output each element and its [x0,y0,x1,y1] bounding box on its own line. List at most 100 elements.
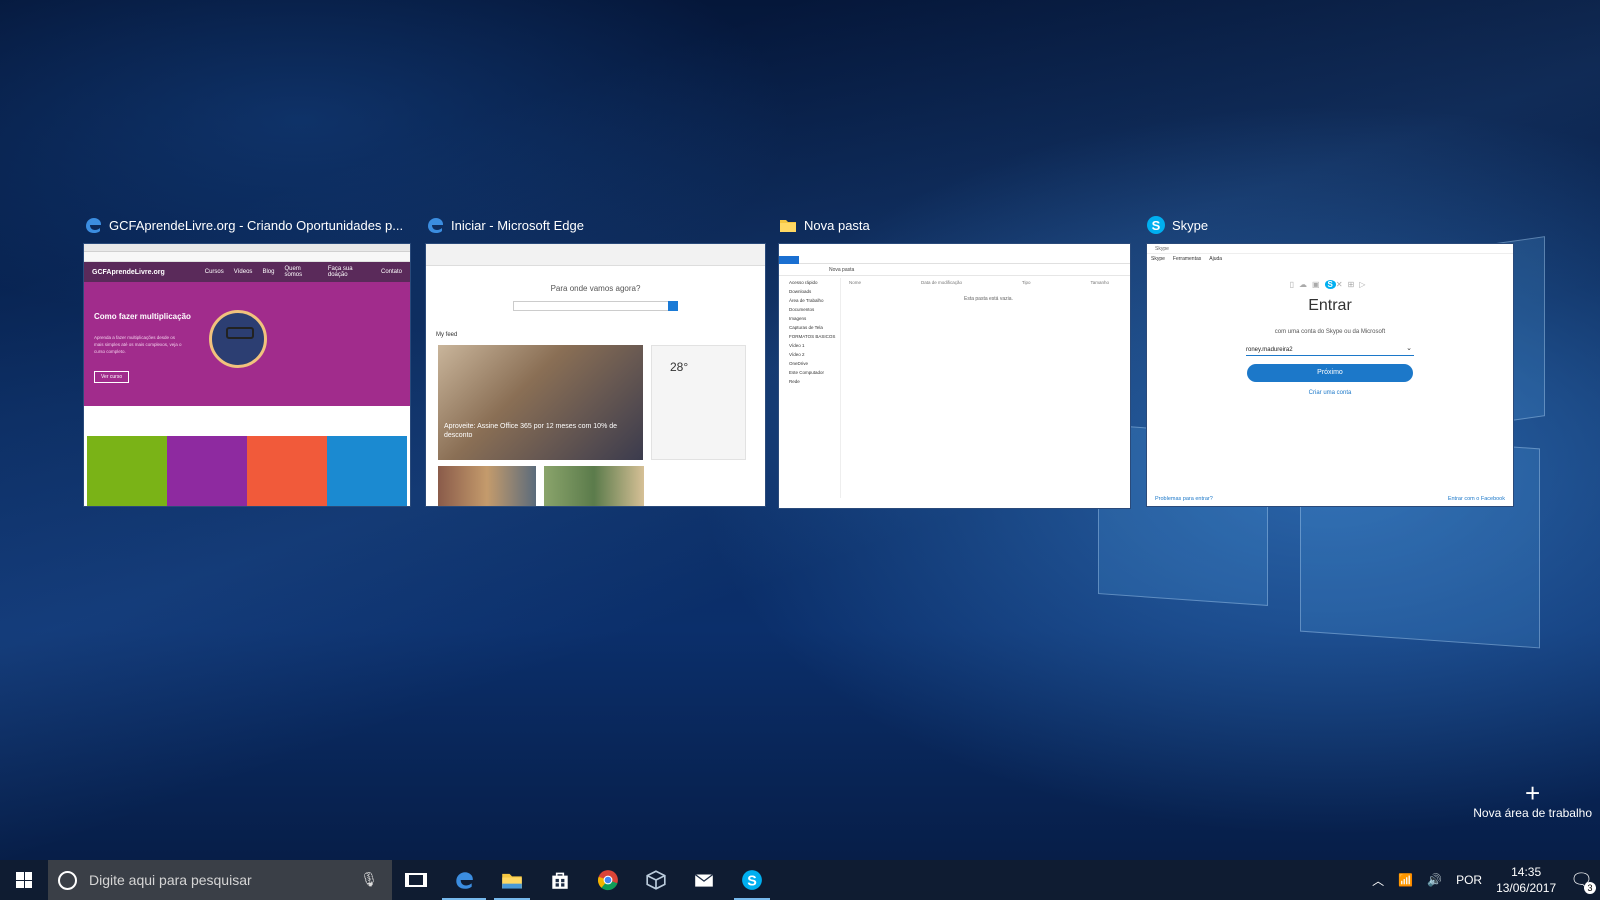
mail-icon [694,873,714,887]
windows-logo-icon [16,872,32,888]
microsoft-services-icons: ▯☁▣ S ✕⊞▷ [1289,280,1371,289]
task-view-icon [405,873,427,887]
explorer-ribbon [779,244,1130,264]
svg-text:S: S [1152,218,1161,233]
taskbar-app-store[interactable] [536,860,584,900]
taskbar-search-box[interactable]: Digite aqui para pesquisar 🎙 [48,860,392,900]
clock-date: 13/06/2017 [1496,881,1557,895]
site-brand: GCFAprendeLivre.org [92,268,165,276]
nav-item: Área de Trabalho [789,298,824,303]
window-title-bar: S Skype [1146,212,1516,238]
volume-button[interactable]: 🔊 [1420,860,1449,900]
browser-address-bar [84,252,410,262]
new-desktop-button[interactable]: + Nova área de trabalho [1473,780,1592,820]
chrome-icon [597,870,618,891]
course-tile [247,436,327,506]
window-thumbnail[interactable]: Nova pasta Acesso rápido Downloads Área … [778,243,1131,509]
window-thumbnail[interactable]: GCFAprendeLivre.org Cursos Vídeos Blog Q… [83,243,411,507]
taskbar-app-virtualbox[interactable] [632,860,680,900]
edge-icon [83,215,103,235]
network-button[interactable]: 📶 [1391,860,1420,900]
skype-icon: S [1146,215,1166,235]
menu-item: Ferramentas [1172,256,1202,262]
cortana-icon [58,870,77,890]
clock[interactable]: 14:35 13/06/2017 [1489,860,1563,900]
explorer-address-bar: Nova pasta [779,264,1130,276]
window-title: Iniciar - Microsoft Edge [451,217,584,233]
column-header: Tamanho [1090,280,1109,285]
site-nav: GCFAprendeLivre.org Cursos Vídeos Blog Q… [84,262,410,282]
window-title-bar: GCFAprendeLivre.org - Criando Oportunida… [83,212,413,238]
task-view-window-edge[interactable]: Iniciar - Microsoft Edge Para onde vamos… [425,212,767,507]
chevron-up-icon: ︿ [1372,873,1385,888]
site-nav-item: Quem somos [284,266,303,278]
file-explorer-icon [502,873,522,889]
window-title-bar: Nova pasta [778,212,1133,238]
browser-tabs-bar [84,244,410,252]
task-view-window-explorer[interactable]: Nova pasta Nova pasta Acesso rápido Down… [778,212,1133,509]
window-thumbnail[interactable]: Skype Skype Ferramentas Ajuda ▯☁▣ S ✕⊞▷ En… [1146,243,1514,507]
nav-item: OneDrive [789,361,809,366]
window-title-bar: Iniciar - Microsoft Edge [425,212,767,238]
taskbar-app-edge[interactable] [440,860,488,900]
clock-time: 14:35 [1511,865,1542,879]
nav-item: Downloads [789,289,812,294]
taskbar-app-explorer[interactable] [488,860,536,900]
course-tile [327,436,407,506]
hero-button: Ver curso [94,371,130,383]
sign-in-heading: Entrar [1308,297,1352,314]
site-nav-item: Vídeos [233,269,253,275]
window-title: Skype [1172,217,1209,233]
skype-window-label: Skype [1147,244,1513,254]
svg-text:S: S [747,874,757,890]
news-image [438,466,536,506]
nav-item: Capturas de Tela [789,325,823,330]
nav-item: Imagens [789,316,807,321]
store-icon [552,872,568,889]
sign-in-subtitle: com uma conta do Skype ou da Microsoft [1274,329,1386,335]
taskbar-app-mail[interactable] [680,860,728,900]
course-tiles [87,436,407,506]
empty-folder-text: Esta pasta está vazia. [964,296,1013,302]
column-header: Tipo [1021,280,1031,285]
plus-icon: + [1525,778,1541,808]
microphone-icon[interactable]: 🎙 [360,871,378,888]
folder-icon [778,215,798,235]
explorer-nav-pane: Acesso rápido Downloads Área de Trabalho… [779,278,841,498]
nav-item: FORMATOS BASICOS [789,334,836,339]
action-center-button[interactable]: 🗨 3 [1563,860,1600,900]
create-account-link: Criar uma conta [1308,390,1352,396]
weather-widget: 28° [651,345,746,460]
taskbar-app-skype[interactable]: S [728,860,776,900]
window-title: GCFAprendeLivre.org - Criando Oportunida… [109,217,404,233]
news-image [544,466,644,506]
start-button[interactable] [0,860,48,900]
weather-temperature: 28° [670,360,689,374]
username-field: roney.madureira2 [1246,344,1414,356]
window-thumbnail[interactable]: Para onde vamos agora? My feed Aproveite… [425,243,766,507]
nav-item: Este Computador [789,370,825,375]
problems-link: Problemas para entrar? [1155,496,1213,502]
volume-icon: 🔊 [1427,873,1443,887]
nav-item: Vídeo 2 [789,352,805,357]
feed-label: My feed [436,332,458,338]
menu-item: Skype [1151,256,1165,262]
task-view-window-skype[interactable]: S Skype Skype Skype Ferramentas Ajuda ▯☁… [1146,212,1516,507]
wifi-icon: 📶 [1398,873,1414,887]
column-header: Data de modificação [920,280,962,285]
task-view-button[interactable] [392,860,440,900]
window-title: Nova pasta [804,217,870,233]
site-nav-item: Cursos [204,269,224,275]
language-indicator[interactable]: POR [1449,860,1489,900]
start-question: Para onde vamos agora? [550,284,641,293]
show-hidden-icons-button[interactable]: ︿ [1365,860,1391,900]
skype-menu: Skype Ferramentas Ajuda [1147,254,1513,264]
system-tray: ︿ 📶 🔊 POR 14:35 13/06/2017 🗨 3 [1365,860,1600,900]
news-headline: Aproveite: Assine Office 365 por 12 mese… [444,423,618,439]
site-nav-item: Faça sua doação [327,266,353,278]
task-view-window-gcf[interactable]: GCFAprendeLivre.org - Criando Oportunida… [83,212,413,507]
start-search-box [513,301,678,311]
virtualbox-icon [646,870,666,890]
news-hero-image: Aproveite: Assine Office 365 por 12 mese… [438,345,643,460]
taskbar-app-chrome[interactable] [584,860,632,900]
